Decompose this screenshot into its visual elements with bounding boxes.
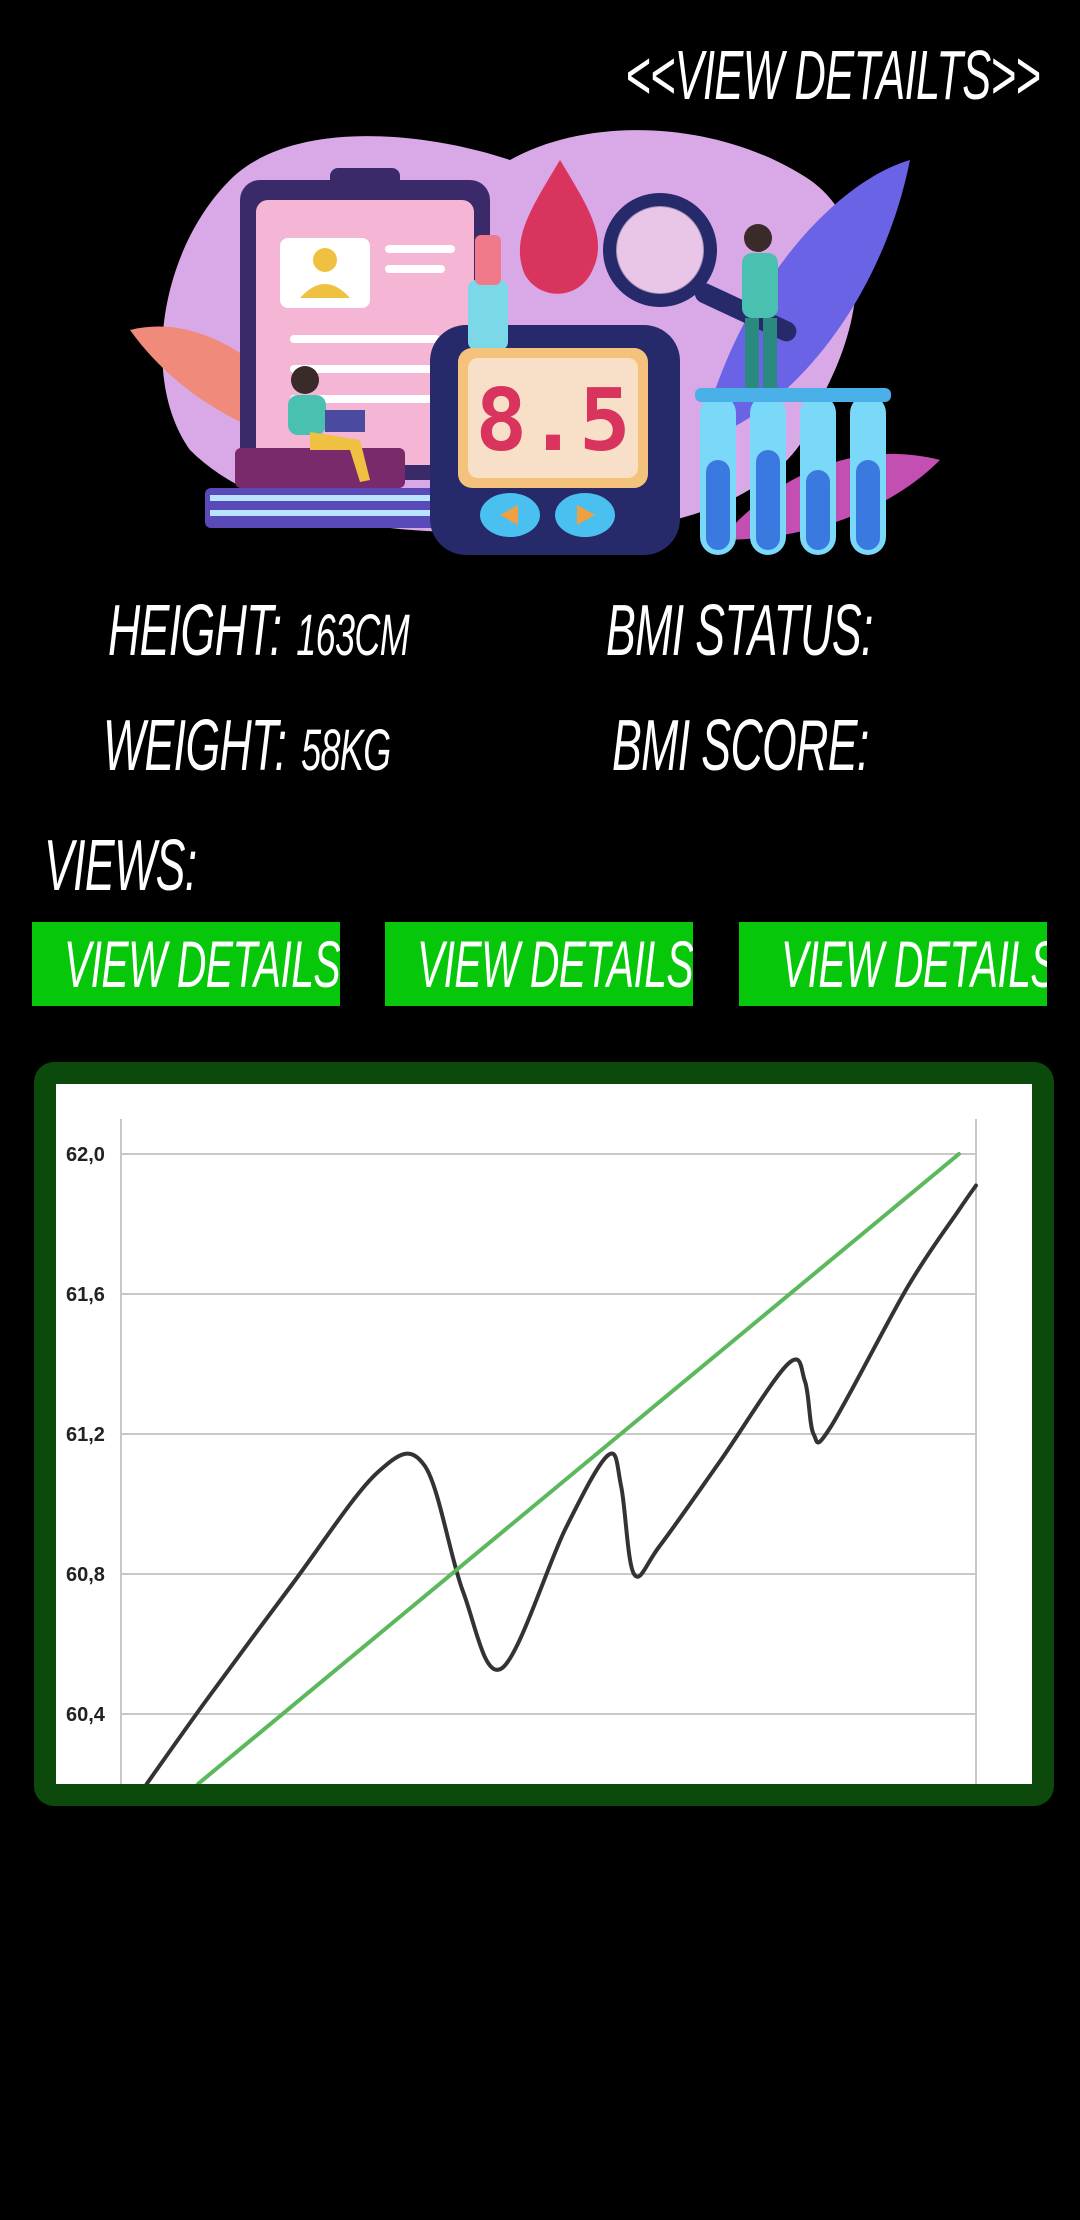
view-details-button-label: VIEW DETAILS [781,927,1047,1001]
y-tick-label: 60,8 [66,1564,105,1586]
height-stat: HEIGHT: 163CM [108,590,594,672]
weight-line-chart: 62,0 61,6 61,2 60,8 60,4 [66,1119,978,1784]
view-details-button-label: VIEW DETAILS [417,927,693,1001]
y-tick-label: 60,4 [66,1704,106,1726]
height-value: 163CM [296,603,410,668]
y-tick-label: 61,6 [66,1284,105,1306]
blood-glucose-meter-illustration-icon: 8.5 [130,130,940,555]
bmi-status-label: BMI STATUS: [606,591,873,671]
weight-stat: WEIGHT: 58KG [103,705,567,787]
view-details-header-link[interactable]: <<VIEW DETAILTS>> [600,30,1040,120]
bmi-status-stat: BMI STATUS: [606,590,1060,672]
height-label: HEIGHT: [108,591,282,671]
weight-chart-card: 62,0 61,6 61,2 60,8 60,4 [56,1084,1032,1784]
header-link-label: <<VIEW DETAILTS>> [625,36,1040,114]
meter-reading: 8.5 [475,371,630,471]
trend-series-line [195,1152,961,1784]
views-label: VIEWS: [44,826,197,906]
weight-label: WEIGHT: [103,706,287,786]
y-tick-label: 62,0 [66,1144,105,1166]
weight-value: 58KG [301,718,391,783]
bmi-score-label: BMI SCORE: [612,706,869,786]
view-details-button-3[interactable]: VIEW DETAILS [739,922,1047,1006]
y-tick-label: 61,2 [66,1424,105,1446]
view-details-button-label: VIEW DETAILS [64,927,340,1001]
bmi-score-stat: BMI SCORE: [612,705,1050,787]
weight-chart-frame: 62,0 61,6 61,2 60,8 60,4 [34,1062,1054,1806]
view-details-button-2[interactable]: VIEW DETAILS [385,922,693,1006]
view-details-button-1[interactable]: VIEW DETAILS [32,922,340,1006]
